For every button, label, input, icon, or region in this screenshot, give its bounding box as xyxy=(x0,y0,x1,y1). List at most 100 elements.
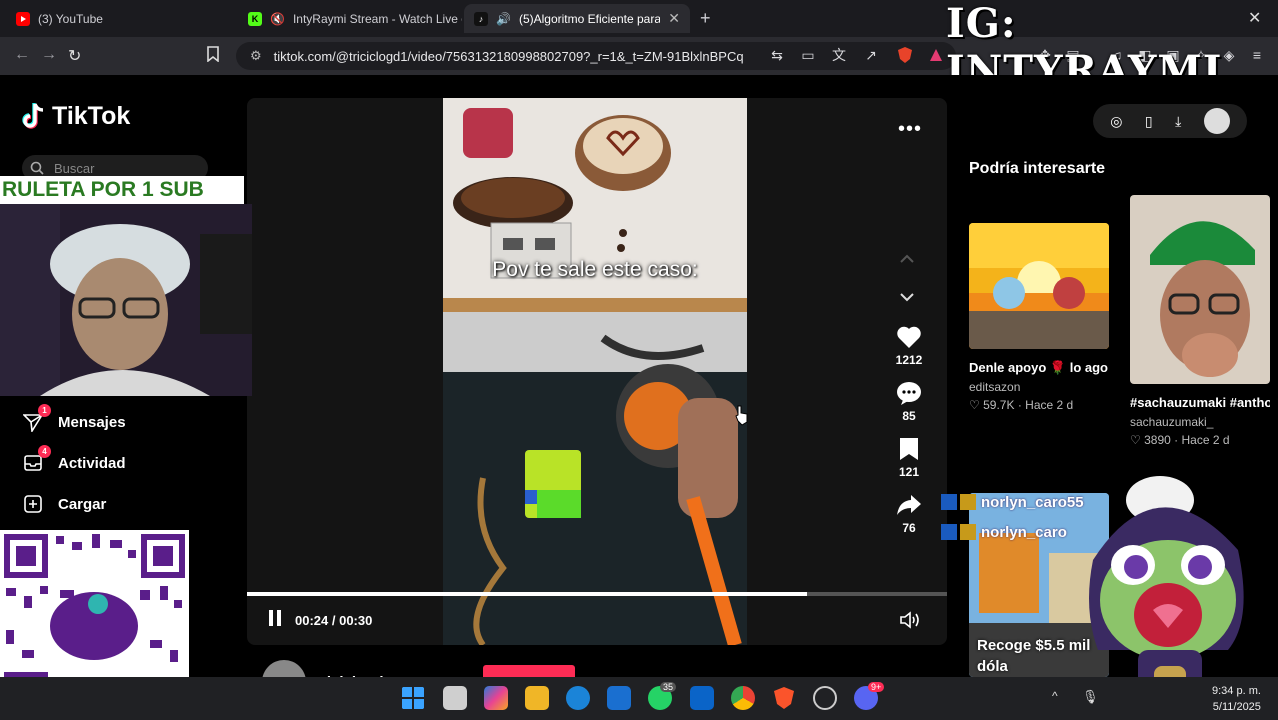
chat-username: norlyn_caro xyxy=(981,524,1067,541)
sidebar-item-mensajes[interactable]: 1 Mensajes xyxy=(22,404,126,433)
notification-badge: 4 xyxy=(38,445,51,458)
follow-button[interactable] xyxy=(483,665,575,677)
url-text: tiktok.com/@triciclogd1/video/7563132180… xyxy=(273,48,744,64)
share-icon[interactable]: ↗ xyxy=(862,46,880,64)
close-window-icon[interactable]: ✕ xyxy=(1248,8,1261,28)
search-icon xyxy=(30,161,44,175)
taskbar-clock[interactable]: 9:34 p. m. 5/11/2025 xyxy=(1212,683,1261,715)
chat-username: norlyn_caro55 xyxy=(981,494,1084,511)
recommended-thumbnail[interactable] xyxy=(1130,195,1270,384)
tab-kick[interactable]: K 🔇 IntyRaymi Stream - Watch Live on xyxy=(238,4,462,33)
translate-icon[interactable]: ⇆ xyxy=(768,46,786,64)
back-icon[interactable]: ← xyxy=(14,46,30,64)
tiktok-icon xyxy=(22,103,44,129)
copilot-icon[interactable] xyxy=(484,686,508,710)
recommended-card[interactable]: #sachauzumaki #anthonycraft #per... sach… xyxy=(1130,195,1270,447)
discord-badge: 9+ xyxy=(868,682,885,692)
microphone-icon[interactable]: 🎙 xyxy=(1082,689,1099,705)
recommended-author: sachauzumaki_ xyxy=(1130,415,1214,429)
kick-icon: K xyxy=(248,11,262,26)
streamer-webcam xyxy=(0,204,252,396)
recommended-time: Hace 2 d xyxy=(1025,398,1074,412)
recommended-likes: 59.7K xyxy=(983,398,1015,412)
bookmark-icon[interactable] xyxy=(207,46,219,67)
brave-icon[interactable] xyxy=(772,686,796,710)
video-actions: 1212 85 121 76 xyxy=(895,325,923,543)
brave-rewards-icon[interactable] xyxy=(927,46,945,64)
video-progress-bar[interactable] xyxy=(247,592,947,596)
sidebar-item-cargar[interactable]: Cargar xyxy=(22,493,106,515)
comment-button[interactable]: 85 xyxy=(896,381,922,423)
close-tab-icon[interactable]: ✕ xyxy=(668,10,680,27)
save-count: 121 xyxy=(898,465,920,479)
volume-icon[interactable] xyxy=(899,611,921,634)
tiktok-icon: ♪ xyxy=(474,11,488,26)
share-button[interactable]: 76 xyxy=(896,493,922,535)
mute-icon: 🔇 xyxy=(270,11,285,26)
recommended-time: Hace 2 d xyxy=(1181,433,1230,447)
video-caption: Pov te sale este caso: xyxy=(492,258,698,281)
header-actions: ◎ ▯ ⤓ xyxy=(1093,104,1247,138)
profile-avatar[interactable] xyxy=(1203,108,1230,134)
share-count: 76 xyxy=(902,521,916,535)
store-icon[interactable] xyxy=(607,686,631,710)
windows-start-icon[interactable] xyxy=(401,686,425,710)
inbox-icon: 4 xyxy=(22,445,51,474)
sidebar-item-label: Mensajes xyxy=(58,413,126,431)
heart-icon xyxy=(897,326,921,348)
recommended-meta: ♡ 59.7K · Hace 2 d xyxy=(969,398,1074,412)
address-bar[interactable]: ⚙ tiktok.com/@triciclogd1/video/75631321… xyxy=(236,42,956,70)
compass-icon[interactable]: ◎ xyxy=(1110,113,1122,130)
video-player[interactable]: Pov te sale este caso: 00:24 / 00:30 xyxy=(247,98,947,645)
previous-video-icon[interactable] xyxy=(900,251,914,267)
chat-badges-icon xyxy=(941,494,976,510)
recommended-thumbnail[interactable] xyxy=(969,223,1109,349)
language-icon[interactable]: 文 xyxy=(830,46,848,64)
heart-outline-icon: ♡ xyxy=(1130,433,1141,447)
progress-fill xyxy=(247,592,807,596)
video-frame[interactable]: Pov te sale este caso: xyxy=(443,98,747,645)
tray-overflow-icon[interactable]: ^ xyxy=(1052,689,1058,703)
tab-youtube[interactable]: (3) YouTube xyxy=(6,4,236,33)
recommended-card[interactable]: Denle apoyo 🌹 lo ago lo mejor que... edi… xyxy=(969,223,1109,412)
sidebar-item-actividad[interactable]: 4 Actividad xyxy=(22,445,126,474)
new-tab-button[interactable]: + xyxy=(700,8,711,29)
site-settings-icon[interactable]: ⚙ xyxy=(250,48,262,64)
tab-title: IntyRaymi Stream - Watch Live on xyxy=(292,11,462,26)
cast-icon[interactable]: ▭ xyxy=(799,46,817,64)
forward-icon[interactable]: → xyxy=(41,46,57,64)
recommended-meta: ♡ 3890 · Hace 2 d xyxy=(1130,433,1230,447)
author-avatar[interactable] xyxy=(262,660,306,677)
like-count: 1212 xyxy=(895,353,923,367)
next-video-icon[interactable] xyxy=(900,289,914,305)
recommended-author: editsazon xyxy=(969,380,1021,394)
save-button[interactable]: 121 xyxy=(899,437,919,479)
like-button[interactable]: 1212 xyxy=(895,325,923,367)
pause-button[interactable] xyxy=(269,610,281,626)
outlook-icon[interactable] xyxy=(690,686,714,710)
youtube-icon xyxy=(16,11,30,26)
video-author[interactable]: triciclogd1 xyxy=(262,660,392,677)
speaker-icon: 🔊 xyxy=(496,11,511,26)
plus-square-icon xyxy=(22,493,44,515)
phone-icon[interactable]: ▯ xyxy=(1145,113,1153,130)
more-options-icon[interactable]: ••• xyxy=(898,118,922,141)
recommended-likes: 3890 xyxy=(1144,433,1171,447)
download-icon[interactable]: ⤓ xyxy=(1175,113,1181,130)
recommended-title: Podría interesarte xyxy=(969,160,1106,177)
tab-tiktok[interactable]: ♪ 🔊 (5)Algoritmo Eficiente para Re ✕ xyxy=(464,4,690,33)
task-view-icon[interactable] xyxy=(443,686,467,710)
logo-text: TikTok xyxy=(52,102,131,130)
heart-outline-icon: ♡ xyxy=(969,398,980,412)
sidebar-item-label: Actividad xyxy=(58,454,126,472)
file-explorer-icon[interactable] xyxy=(525,686,549,710)
obs-icon[interactable] xyxy=(813,686,837,710)
chrome-icon[interactable] xyxy=(731,686,755,710)
whatsapp-badge: 35 xyxy=(660,682,677,692)
reload-icon[interactable]: ↻ xyxy=(68,46,81,66)
edge-icon[interactable] xyxy=(566,686,590,710)
hand-cursor-icon xyxy=(735,405,748,426)
brave-shield-icon[interactable] xyxy=(896,46,914,64)
tiktok-logo[interactable]: TikTok xyxy=(22,102,130,131)
clock-date: 5/11/2025 xyxy=(1212,701,1261,713)
